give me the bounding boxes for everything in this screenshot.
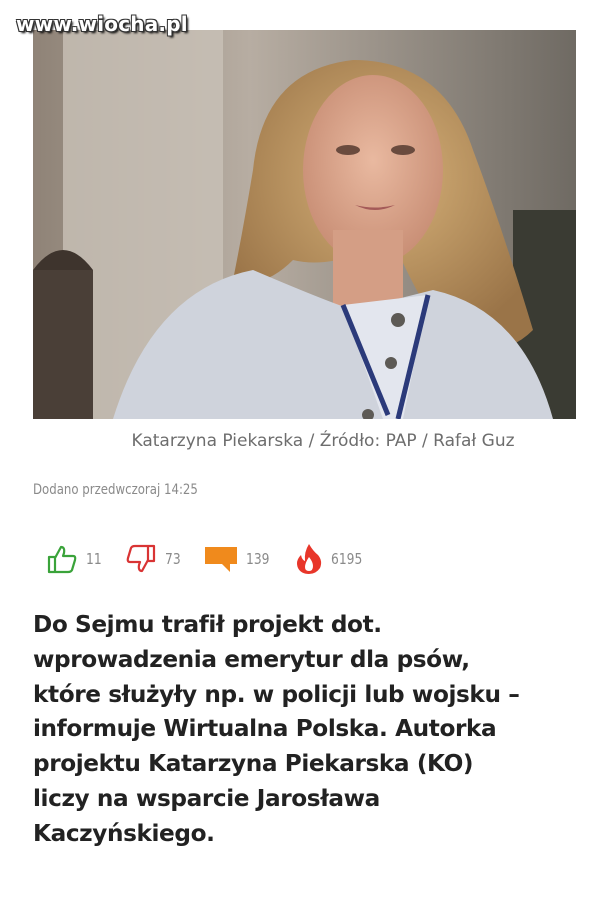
thumbs-up-icon (46, 544, 78, 574)
dislike-count: 73 (165, 550, 181, 568)
reaction-bar: 11 73 139 6195 (46, 543, 389, 575)
flame-icon (295, 543, 323, 575)
hot-count: 6195 (330, 550, 363, 568)
like-button[interactable]: 11 (46, 544, 105, 574)
dislike-button[interactable]: 73 (125, 544, 184, 574)
hot-indicator: 6195 (295, 543, 369, 575)
comment-icon (204, 544, 238, 574)
comments-button[interactable]: 139 (204, 544, 275, 574)
thumbs-down-icon (125, 544, 157, 574)
posted-date: Dodano przedwczoraj 14:25 (33, 482, 198, 498)
like-count: 11 (86, 550, 102, 568)
comment-count: 139 (246, 550, 270, 568)
article-lead: Do Sejmu trafił projekt dot. wprowadzeni… (33, 611, 520, 847)
article-photo (33, 30, 576, 419)
watermark-logo: www.wiocha.pl (16, 12, 188, 36)
photo-caption: Katarzyna Piekarska / Źródło: PAP / Rafa… (131, 431, 515, 451)
